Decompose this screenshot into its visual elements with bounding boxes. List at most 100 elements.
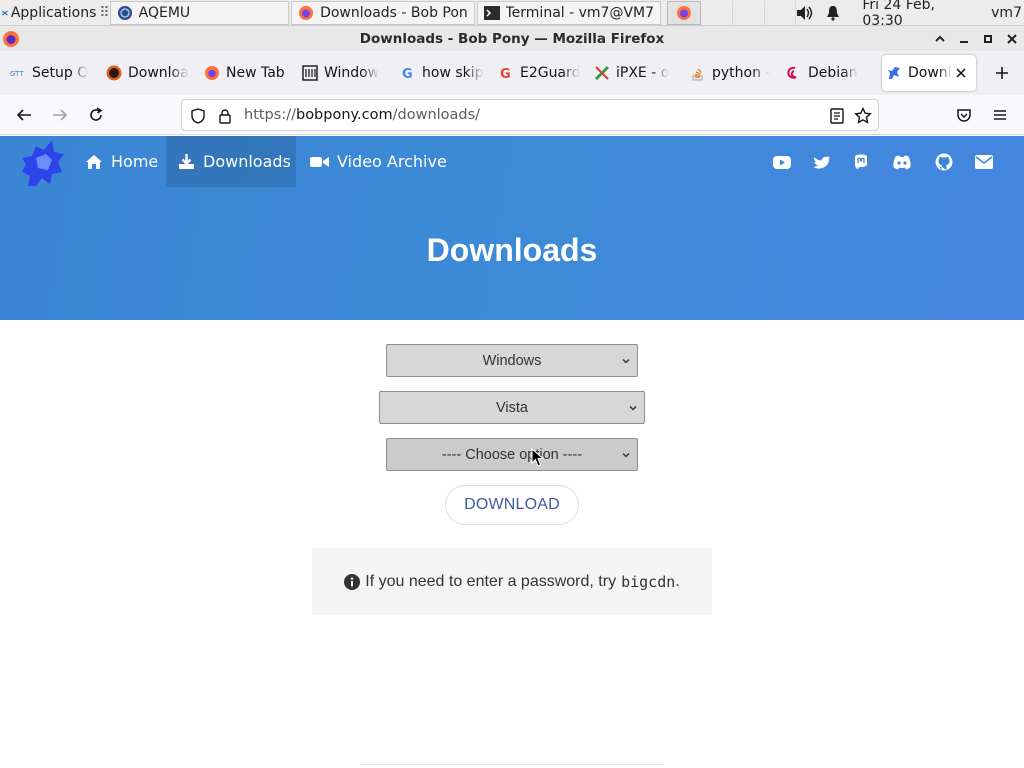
aqemu-icon bbox=[117, 6, 132, 20]
back-button[interactable] bbox=[14, 105, 34, 125]
taskbar-empty-slot[interactable] bbox=[765, 1, 797, 25]
tab-setup[interactable]: GTT Setup Q bbox=[6, 55, 102, 91]
clock[interactable]: Fri 24 Feb, 03:30 bbox=[862, 0, 979, 29]
page-title: Downloads bbox=[426, 232, 598, 268]
arrow-right-icon bbox=[53, 109, 68, 121]
tab-label: Setup Q bbox=[32, 65, 89, 81]
url-host: bobpony.com bbox=[295, 107, 393, 123]
nav-home-link[interactable]: Home bbox=[73, 136, 170, 187]
youtube-link[interactable] bbox=[772, 152, 792, 172]
system-tray: Fri 24 Feb, 03:30 vm7 bbox=[796, 0, 1024, 29]
mouse-cursor-icon bbox=[531, 448, 545, 467]
firefox-logo-icon bbox=[3, 31, 19, 47]
github-link[interactable] bbox=[934, 152, 954, 172]
minimize-button[interactable] bbox=[958, 33, 970, 45]
os-select[interactable]: Windows bbox=[386, 344, 638, 377]
nav-home-label: Home bbox=[111, 152, 159, 171]
window-title: Downloads - Bob Pony — Mozilla Firefox bbox=[359, 30, 665, 47]
mastodon-icon bbox=[855, 154, 867, 169]
app-menu-button[interactable] bbox=[990, 105, 1010, 125]
menu-separator-icon: ⠿ bbox=[99, 4, 110, 21]
discord-link[interactable] bbox=[892, 152, 912, 172]
divider bbox=[360, 764, 664, 768]
version-select-value: Vista bbox=[496, 399, 528, 416]
option-select-value: ---- Choose option ---- bbox=[441, 446, 583, 463]
firefox-icon bbox=[299, 6, 314, 20]
home-icon bbox=[86, 154, 102, 169]
email-link[interactable] bbox=[974, 152, 994, 172]
tab-downloads[interactable]: Downloa bbox=[102, 55, 200, 91]
close-icon bbox=[1007, 33, 1017, 44]
twitter-icon bbox=[813, 155, 830, 169]
arrow-left-icon bbox=[16, 109, 31, 121]
reader-view-icon[interactable] bbox=[830, 108, 844, 124]
taskbar-item-aqemu[interactable]: AQEMU bbox=[109, 1, 290, 25]
mastodon-link[interactable] bbox=[851, 152, 871, 172]
navigation-toolbar: https://bobpony.com/downloads/ bbox=[0, 95, 1024, 135]
taskbar-empty-slot[interactable] bbox=[733, 1, 765, 25]
password-info-box: If you need to enter a password, try big… bbox=[312, 548, 712, 615]
stackoverflow-icon bbox=[692, 68, 703, 81]
archive-favicon-icon bbox=[302, 65, 318, 81]
version-select[interactable]: Vista bbox=[379, 391, 645, 424]
maximize-button[interactable] bbox=[982, 33, 994, 45]
taskbar-empty-slot[interactable] bbox=[701, 1, 733, 25]
info-text-end: . bbox=[675, 572, 680, 590]
url-path: /downloads/ bbox=[392, 107, 481, 123]
nav-video-archive-link[interactable]: Video Archive bbox=[298, 136, 459, 187]
taskbar-item-label: Terminal - vm7@VM7... bbox=[505, 5, 654, 21]
envelope-icon bbox=[975, 155, 993, 169]
reload-button[interactable] bbox=[86, 105, 106, 125]
video-camera-icon bbox=[310, 156, 329, 167]
new-tab-button[interactable] bbox=[992, 63, 1012, 83]
notifications-bell-icon[interactable] bbox=[826, 5, 840, 21]
option-select[interactable]: ---- Choose option ---- bbox=[386, 438, 638, 471]
svg-text:G: G bbox=[402, 67, 413, 81]
chevron-down-icon bbox=[622, 452, 630, 458]
google-icon: G bbox=[402, 67, 413, 81]
tab-new-tab[interactable]: New Tab bbox=[200, 55, 298, 91]
tab-label: Downloa bbox=[128, 65, 189, 81]
tab-python[interactable]: python - bbox=[686, 55, 782, 91]
tab-label: Window bbox=[324, 65, 380, 81]
tab-ipxe[interactable]: iPXE - o bbox=[590, 55, 686, 91]
url-text[interactable]: https://bobpony.com/downloads/ bbox=[244, 107, 480, 123]
tab-label: Downl bbox=[908, 65, 952, 81]
lock-icon[interactable] bbox=[218, 108, 232, 124]
os-select-value: Windows bbox=[482, 352, 542, 369]
forward-button[interactable] bbox=[50, 105, 70, 125]
maximize-icon bbox=[984, 34, 992, 43]
collapse-window-button[interactable] bbox=[934, 33, 946, 45]
taskbar-item-firefox-2[interactable] bbox=[666, 1, 701, 25]
tab-e2guard[interactable]: G E2Guard bbox=[494, 55, 590, 91]
taskbar-item-terminal[interactable]: Terminal - vm7@VM7... bbox=[476, 1, 661, 25]
tracking-protection-shield-icon[interactable] bbox=[190, 108, 206, 124]
url-bar[interactable]: https://bobpony.com/downloads/ bbox=[181, 99, 879, 131]
tab-downloads-bob-pony[interactable]: Downl bbox=[882, 55, 976, 91]
user-name[interactable]: vm7 bbox=[991, 5, 1022, 21]
bob-pony-logo-icon[interactable] bbox=[18, 138, 66, 188]
nav-downloads-link[interactable]: Downloads bbox=[166, 136, 296, 187]
close-window-button[interactable] bbox=[1006, 33, 1018, 45]
tab-google-search[interactable]: G how skip bbox=[396, 55, 494, 91]
terminal-icon bbox=[483, 6, 500, 20]
tab-debian[interactable]: Debian bbox=[782, 55, 878, 91]
hamburger-menu-icon bbox=[994, 110, 1006, 120]
applications-menu[interactable]: Applications ⠿ bbox=[0, 0, 110, 26]
close-tab-icon[interactable] bbox=[956, 68, 966, 78]
tab-windows[interactable]: Window bbox=[298, 55, 396, 91]
site-header: Home Downloads Video Archive Downloads bbox=[0, 136, 1024, 320]
volume-icon[interactable] bbox=[796, 5, 814, 21]
info-circle-icon bbox=[344, 573, 361, 590]
google-icon: G bbox=[500, 67, 511, 81]
pocket-button[interactable] bbox=[954, 105, 974, 125]
info-text: If you need to enter a password, try bbox=[365, 572, 617, 590]
taskbar-item-firefox[interactable]: Downloads - Bob Pon... bbox=[291, 1, 475, 25]
bookmark-star-icon[interactable] bbox=[854, 107, 872, 125]
discord-icon bbox=[893, 155, 911, 169]
svg-text:G: G bbox=[500, 67, 511, 81]
twitter-link[interactable] bbox=[812, 152, 832, 172]
download-button[interactable]: DOWNLOAD bbox=[445, 485, 579, 525]
window-titlebar[interactable]: Downloads - Bob Pony — Mozilla Firefox bbox=[0, 26, 1024, 51]
youtube-icon bbox=[773, 155, 791, 169]
